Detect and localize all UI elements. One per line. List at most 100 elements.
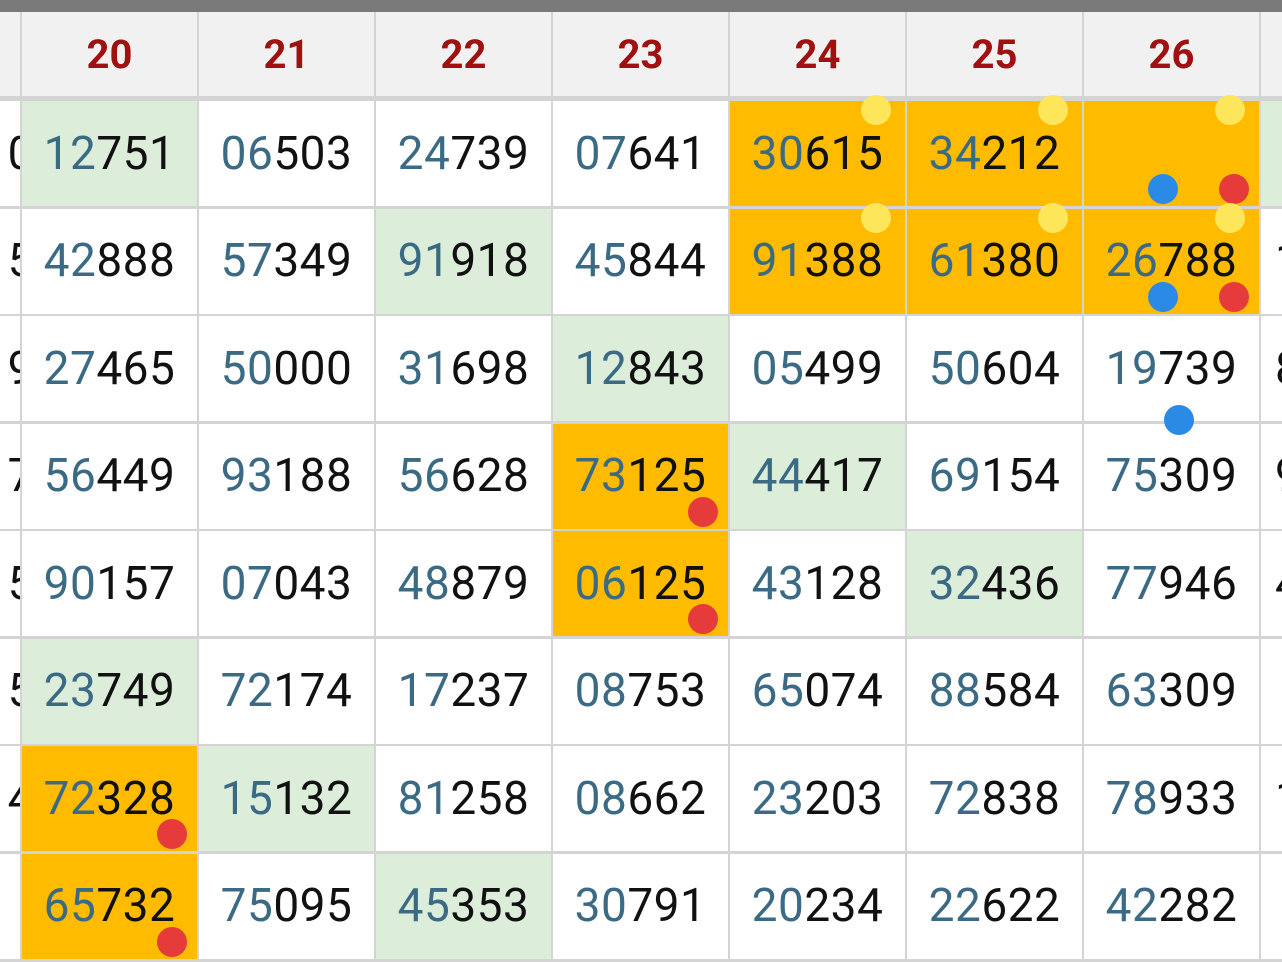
number-tail-digits: 380 [981, 234, 1061, 288]
number-lead-digits: 65 [43, 879, 97, 933]
number-lead-digits: 50 [220, 341, 274, 396]
result-cell[interactable]: 90 157 [22, 531, 197, 636]
number-tail-digits: 753 [627, 664, 707, 718]
result-cell[interactable]: 08 753 [553, 638, 728, 744]
number-lead-digits: 91 [397, 234, 451, 288]
blue-marker-dot [1148, 281, 1178, 312]
result-cell[interactable]: 22 622 [907, 853, 1082, 959]
number-tail-digits: 282 [1158, 879, 1238, 933]
edge-cell-right: 1 [1261, 746, 1282, 851]
result-cell[interactable]: 91 918 [376, 208, 551, 314]
column-header-26[interactable]: 26 [1084, 12, 1259, 96]
result-cell[interactable]: 93 188 [199, 423, 374, 529]
number-tail-digits: 174 [273, 664, 353, 718]
result-cell[interactable]: 81 258 [376, 746, 551, 851]
result-cell[interactable]: 32 436 [907, 531, 1082, 636]
red-marker-dot [1219, 281, 1249, 312]
result-cell[interactable]: 65 074 [730, 638, 905, 744]
column-header-24[interactable]: 24 [730, 12, 905, 96]
column-header-20[interactable]: 20 [22, 12, 197, 96]
result-cell[interactable]: 56 628 [376, 423, 551, 529]
number-lead-digits: 07 [220, 556, 274, 611]
yellow-marker-dot [1215, 95, 1245, 125]
result-cell[interactable]: 08 662 [553, 746, 728, 851]
edge-cell-left [0, 853, 20, 959]
number-tail-digits: 751 [96, 126, 176, 181]
result-cell[interactable]: 50 604 [907, 316, 1082, 421]
number-lead-digits: 57 [220, 234, 274, 288]
number-tail-digits: 449 [96, 449, 176, 503]
result-cell[interactable]: 50 000 [199, 316, 374, 421]
number-tail-digits: 615 [804, 126, 884, 181]
number-lead-digits: 24 [397, 126, 451, 181]
number-tail-digits: 888 [96, 234, 176, 288]
number-lead-digits: 90 [43, 556, 97, 611]
column-header-25[interactable]: 25 [907, 12, 1082, 96]
result-cell[interactable]: 07 641 [553, 101, 728, 206]
result-cell[interactable]: 07 043 [199, 531, 374, 636]
number-lead-digits: 77 [1105, 556, 1159, 611]
number-lead-digits: 12 [574, 341, 628, 396]
number-lead-digits: 93 [220, 449, 274, 503]
result-cell[interactable]: 27 465 [22, 316, 197, 421]
number-tail-digits: 417 [804, 449, 884, 503]
result-cell[interactable]: 31 698 [376, 316, 551, 421]
result-cell[interactable]: 42 888 [22, 208, 197, 314]
red-marker-dot [157, 819, 187, 849]
result-cell[interactable]: 88 584 [907, 638, 1082, 744]
result-cell[interactable]: 56 449 [22, 423, 197, 529]
result-cell[interactable]: 42 282 [1084, 853, 1259, 959]
result-cell[interactable]: 72 174 [199, 638, 374, 744]
number-tail-digits: 234 [804, 879, 884, 933]
number-tail-digits: 749 [96, 664, 176, 718]
result-cell[interactable]: 63 309 [1084, 638, 1259, 744]
blue-marker-dot [1148, 174, 1178, 204]
result-cell[interactable]: 45 844 [553, 208, 728, 314]
result-cell[interactable]: 06 503 [199, 101, 374, 206]
number-tail-digits: 258 [450, 771, 530, 826]
top-bar [0, 0, 1282, 12]
number-tail-digits: 933 [1158, 771, 1238, 826]
number-lead-digits: 45 [397, 879, 451, 933]
number-lead-digits: 81 [397, 771, 451, 826]
number-tail-digits: 436 [981, 556, 1061, 611]
result-cell[interactable]: 57 349 [199, 208, 374, 314]
result-cell[interactable]: 19 739 [1084, 316, 1259, 421]
number-lead-digits: 63 [1105, 664, 1159, 718]
column-header-22[interactable]: 22 [376, 12, 551, 96]
result-cell[interactable]: 43 128 [730, 531, 905, 636]
result-cell[interactable]: 44 417 [730, 423, 905, 529]
result-cell[interactable]: 30 791 [553, 853, 728, 959]
result-cell[interactable]: 12 843 [553, 316, 728, 421]
number-lead-digits: 56 [397, 449, 451, 503]
edge-cell-left: 5 [0, 208, 20, 314]
result-cell[interactable]: 24 739 [376, 101, 551, 206]
number-lead-digits: 75 [220, 879, 274, 933]
number-tail-digits: 309 [1158, 664, 1238, 718]
result-cell[interactable]: 12 751 [22, 101, 197, 206]
result-cell[interactable]: 69 154 [907, 423, 1082, 529]
column-header-23[interactable]: 23 [553, 12, 728, 96]
result-cell[interactable]: 17 237 [376, 638, 551, 744]
result-cell[interactable]: 23 749 [22, 638, 197, 744]
column-header-21[interactable]: 21 [199, 12, 374, 96]
result-cell[interactable]: 23 203 [730, 746, 905, 851]
number-lead-digits: 61 [928, 234, 982, 288]
result-cell[interactable]: 75 095 [199, 853, 374, 959]
edge-fragment-left: 5 [8, 664, 20, 718]
result-cell[interactable]: 72 838 [907, 746, 1082, 851]
result-cell[interactable]: 48 879 [376, 531, 551, 636]
edge-fragment-right: 9 [1275, 449, 1282, 503]
number-lead-digits: 69 [928, 449, 982, 503]
number-tail-digits: 125 [627, 556, 707, 611]
result-cell[interactable]: 77 946 [1084, 531, 1259, 636]
column-header-right-stub [1261, 12, 1282, 96]
result-cell[interactable]: 15 132 [199, 746, 374, 851]
number-lead-digits: 22 [928, 879, 982, 933]
result-cell[interactable]: 78 933 [1084, 746, 1259, 851]
result-cell[interactable]: 20 234 [730, 853, 905, 959]
result-cell[interactable]: 05 499 [730, 316, 905, 421]
yellow-marker-dot [1038, 95, 1068, 125]
result-cell[interactable]: 75 309 [1084, 423, 1259, 529]
result-cell[interactable]: 45 353 [376, 853, 551, 959]
